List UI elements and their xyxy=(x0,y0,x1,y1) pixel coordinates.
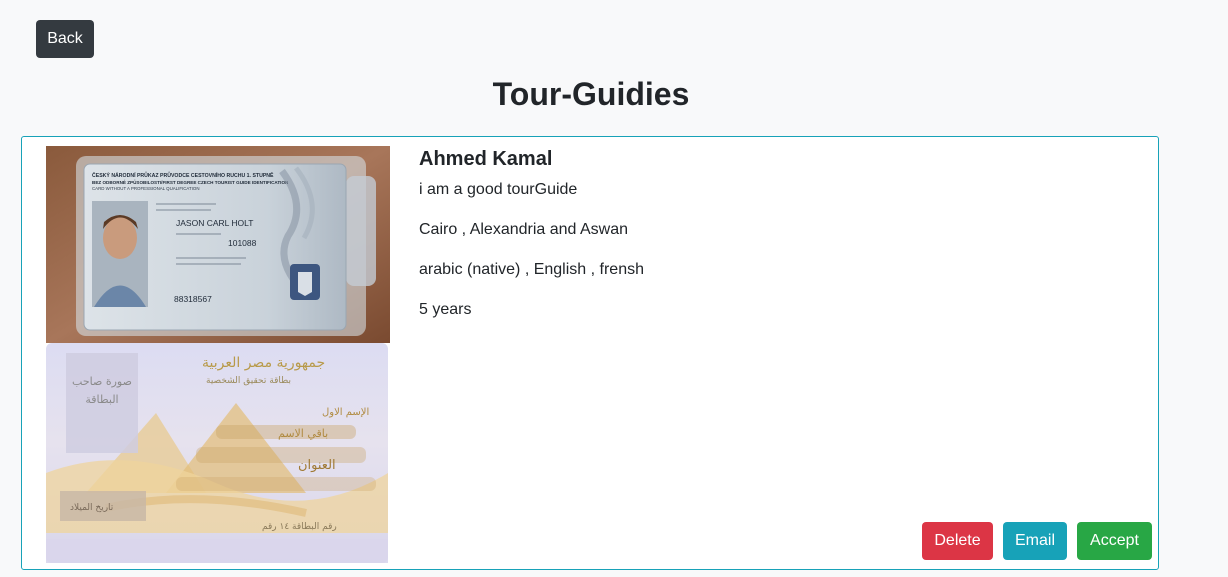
id-back-card-number-label: رقم البطاقة ١٤ رقم xyxy=(262,522,337,532)
id-card-back-image: جمهورية مصر العربية بطاقة تحقيق الشخصية … xyxy=(46,343,388,563)
id-back-subtitle: بطاقة تحقيق الشخصية xyxy=(206,376,291,386)
id-back-birth-date-label: تاريخ الميلاد xyxy=(70,503,114,513)
id-card-front-image: ČESKÝ NÁRODNÍ PRŮKAZ PRŮVODCE CESTOVNÍHO… xyxy=(46,146,390,343)
back-button[interactable]: Back xyxy=(36,20,94,58)
guide-cities: Cairo , Alexandria and Aswan xyxy=(419,221,629,238)
id-front-card-number: 101088 xyxy=(228,238,257,248)
id-front-holder-name: JASON CARL HOLT xyxy=(176,218,253,228)
email-button[interactable]: Email xyxy=(1003,522,1067,560)
id-back-address-label: العنوان xyxy=(298,458,336,473)
id-back-title: جمهورية مصر العربية xyxy=(202,355,325,371)
id-front-header-1: ČESKÝ NÁRODNÍ PRŮKAZ PRŮVODCE CESTOVNÍHO… xyxy=(92,171,274,179)
delete-button[interactable]: Delete xyxy=(922,522,993,560)
id-back-first-name-label: الإسم الاول xyxy=(322,407,369,418)
id-front-header-3: CARD WITHOUT A PROFESSIONAL QUALIFICATIO… xyxy=(92,186,200,191)
tour-guide-card: ČESKÝ NÁRODNÍ PRŮKAZ PRŮVODCE CESTOVNÍHO… xyxy=(21,136,1159,570)
guide-experience: 5 years xyxy=(419,301,472,318)
id-back-rest-name-label: باقي الاسم xyxy=(278,427,328,440)
guide-bio: i am a good tourGuide xyxy=(419,181,578,198)
guide-name: Ahmed Kamal xyxy=(419,148,553,170)
id-back-photo-label: صورة صاحب البطاقة xyxy=(72,375,132,406)
guide-languages: arabic (native) , English , frensh xyxy=(419,261,644,278)
page-title: Tour-Guidies xyxy=(492,76,690,112)
id-front-header-2: BEZ ODBORNÉ ZPŮSOBILOSTI/FIRST DEGREE CZ… xyxy=(92,178,289,185)
id-front-id-number: 88318567 xyxy=(174,294,212,304)
accept-button[interactable]: Accept xyxy=(1077,522,1152,560)
